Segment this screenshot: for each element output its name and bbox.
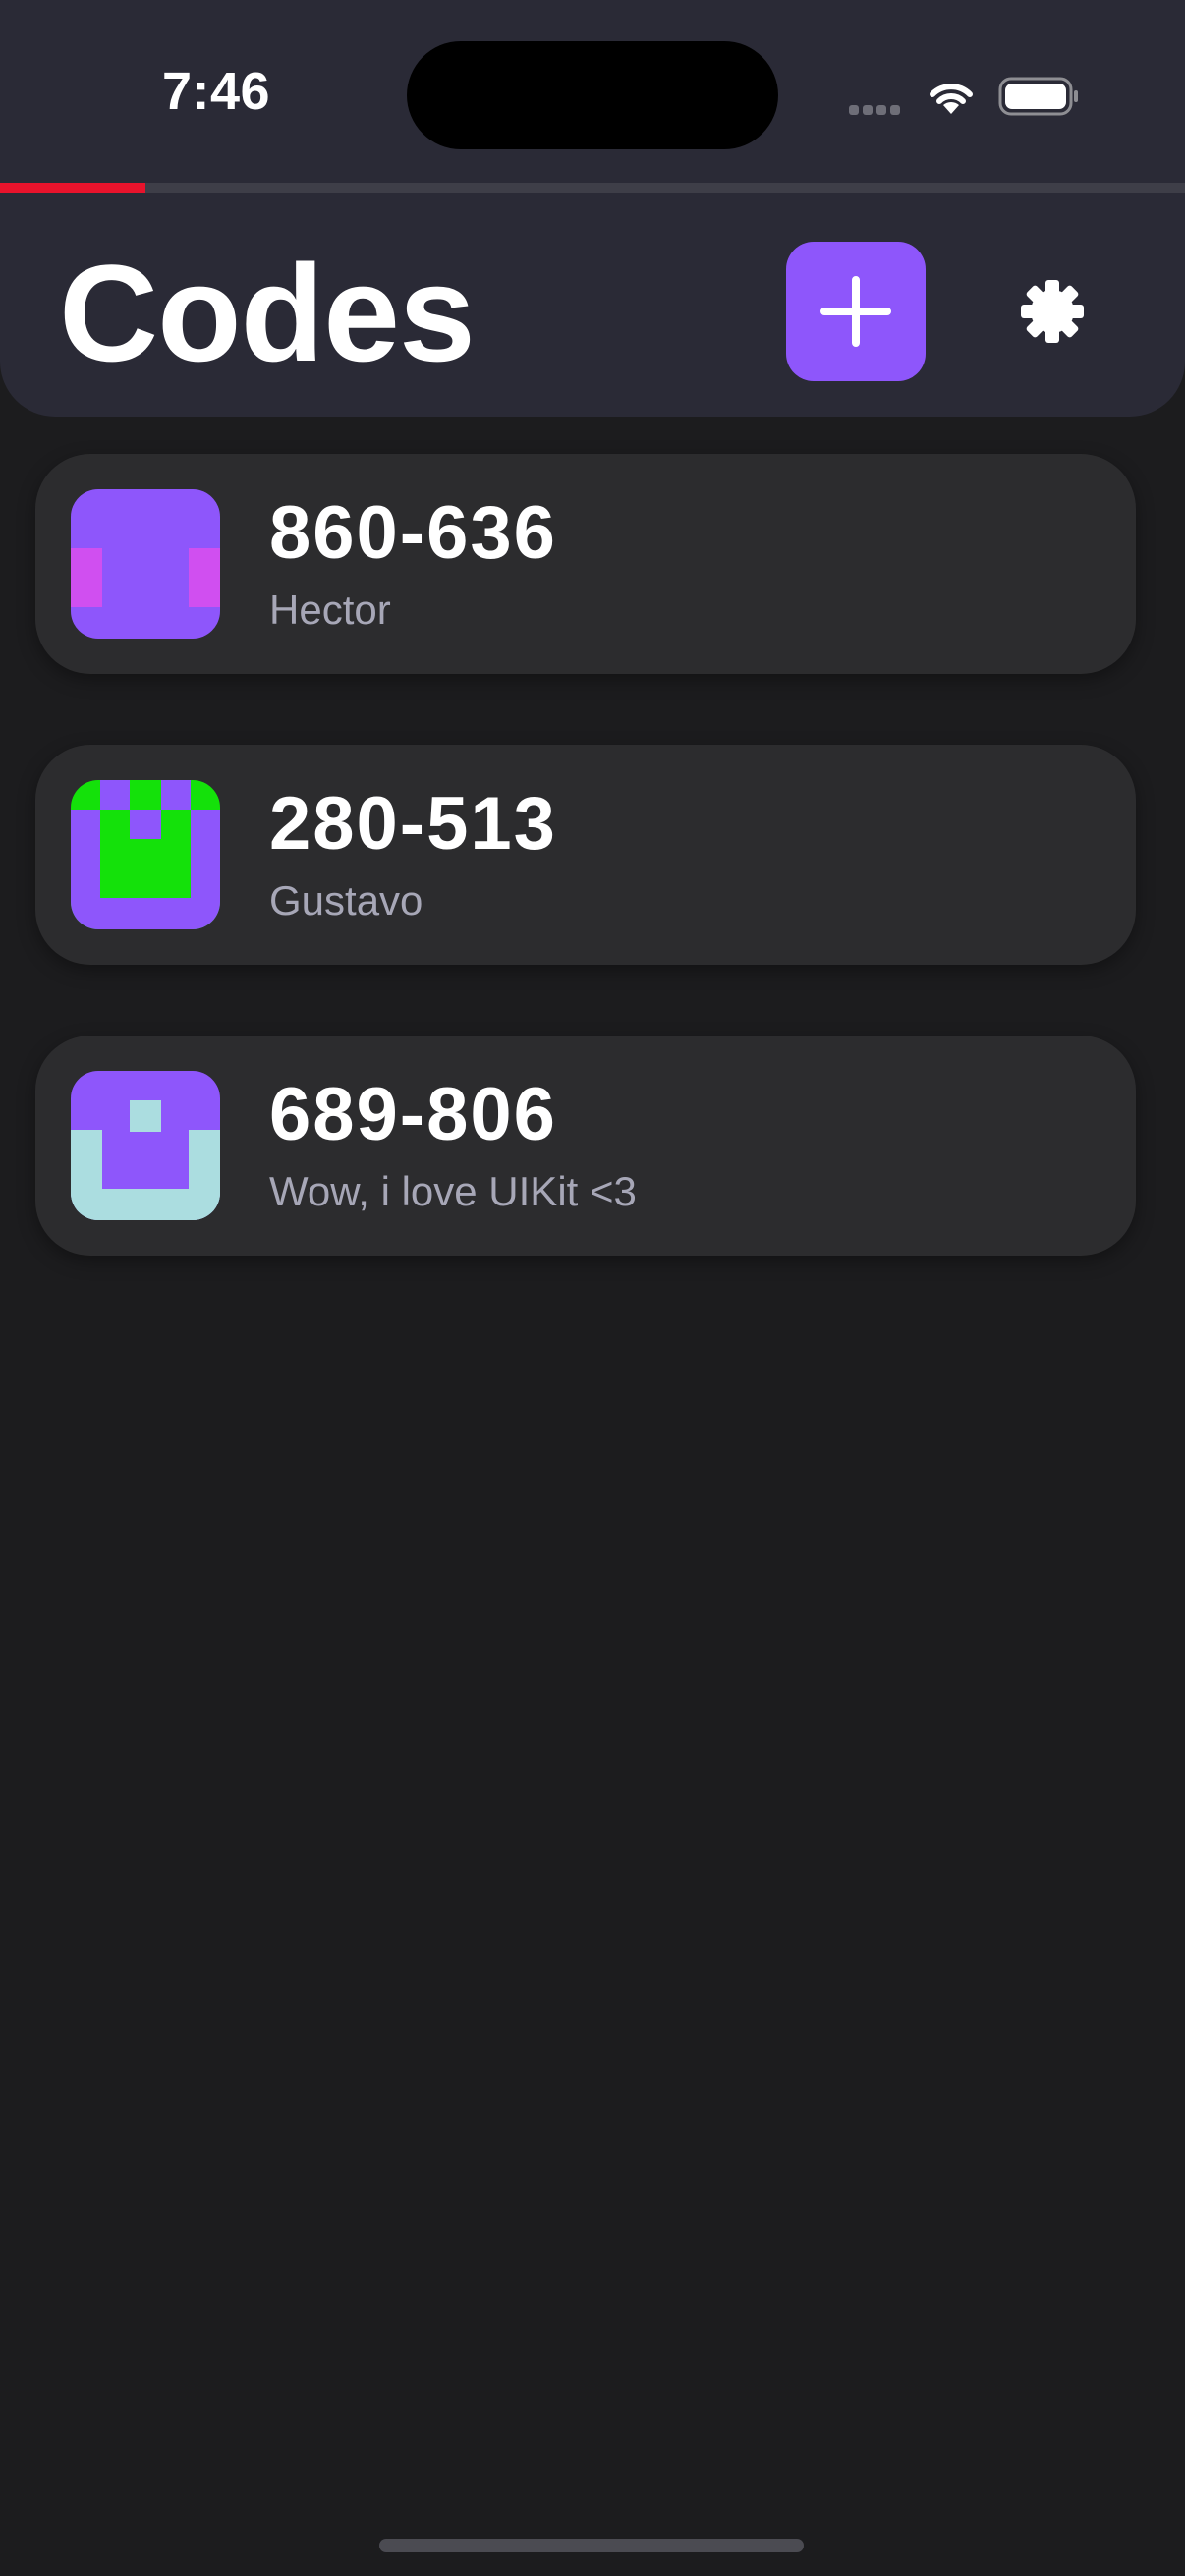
- code-card[interactable]: 280-513 Gustavo: [35, 745, 1136, 965]
- home-indicator[interactable]: [379, 2539, 804, 2552]
- add-code-button[interactable]: [786, 242, 926, 381]
- wifi-icon: [930, 84, 973, 114]
- refresh-progress-bar: [0, 183, 1185, 193]
- avatar-identicon: [71, 489, 220, 639]
- code-card[interactable]: 689-806 Wow, i love UIKit <3: [35, 1036, 1136, 1256]
- status-time: 7:46: [161, 62, 271, 121]
- code-card[interactable]: 860-636 Hector: [35, 454, 1136, 674]
- code-name: Hector: [269, 587, 391, 633]
- code-value: 689-806: [269, 1073, 557, 1156]
- avatar-identicon: [71, 1071, 220, 1220]
- code-name: Gustavo: [269, 877, 423, 924]
- battery-icon: [998, 77, 1078, 116]
- dynamic-island: [407, 41, 778, 149]
- gear-icon[interactable]: [1020, 279, 1085, 344]
- avatar-identicon: [71, 780, 220, 929]
- plus-icon: [820, 276, 891, 347]
- cellular-signal-icon: [849, 102, 904, 120]
- code-value: 280-513: [269, 782, 557, 866]
- header-bar: 7:46 Codes: [0, 0, 1185, 417]
- code-name: Wow, i love UIKit <3: [269, 1168, 637, 1214]
- code-value: 860-636: [269, 491, 557, 575]
- refresh-progress-fill: [0, 183, 146, 193]
- page-title: Codes: [59, 236, 476, 390]
